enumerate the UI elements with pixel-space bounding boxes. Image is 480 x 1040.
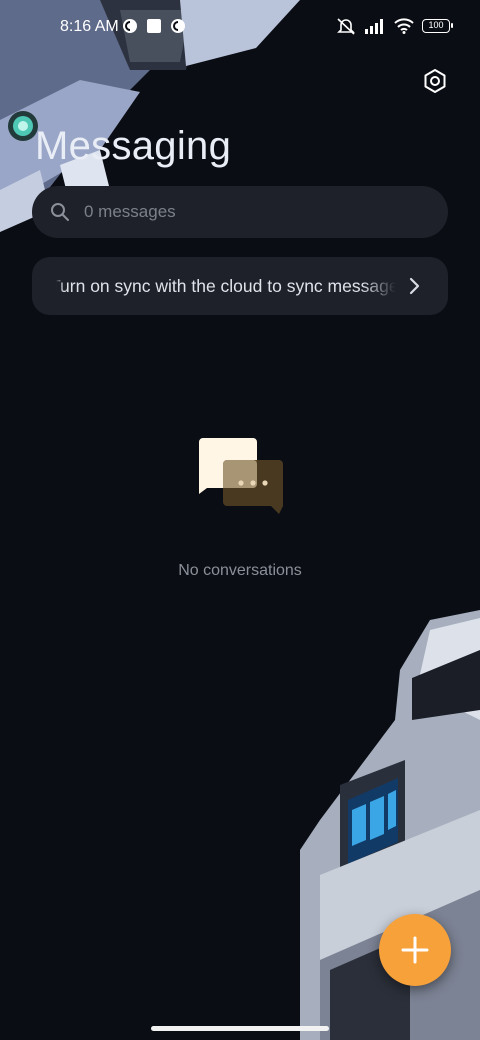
mute-icon [337, 18, 355, 35]
status-time: 8:16 AM [60, 18, 119, 35]
notification-c-icon [171, 19, 185, 33]
chat-bubbles-icon [199, 438, 283, 514]
empty-state-text: No conversations [178, 562, 302, 579]
notification-c-icon [123, 19, 137, 33]
new-conversation-button[interactable] [379, 914, 451, 986]
battery-icon: 100 [422, 19, 453, 33]
page-title: Messaging [35, 124, 232, 168]
sync-banner-text: Turn on sync with the cloud to sync mess… [56, 275, 396, 296]
search-input[interactable] [82, 201, 448, 223]
wifi-icon [394, 18, 414, 34]
messaging-screen: 8:16 AM 100 Messaging 0 messages Turn on… [0, 0, 480, 1040]
status-bar: 8:16 AM 100 [0, 0, 480, 56]
hexagon-settings-icon [424, 69, 446, 93]
plus-icon [401, 936, 429, 964]
status-notification-icons [122, 18, 186, 34]
search-bar[interactable] [32, 186, 448, 238]
signal-icon [365, 19, 383, 34]
search-icon [51, 203, 69, 221]
chevron-right-icon [409, 277, 420, 295]
square-notification-icon [147, 19, 161, 33]
settings-button[interactable] [420, 66, 450, 96]
status-system-icons: 100 [336, 17, 453, 35]
home-indicator[interactable] [151, 1026, 329, 1031]
sync-banner[interactable]: Turn on sync with the cloud to sync mess… [32, 257, 448, 315]
